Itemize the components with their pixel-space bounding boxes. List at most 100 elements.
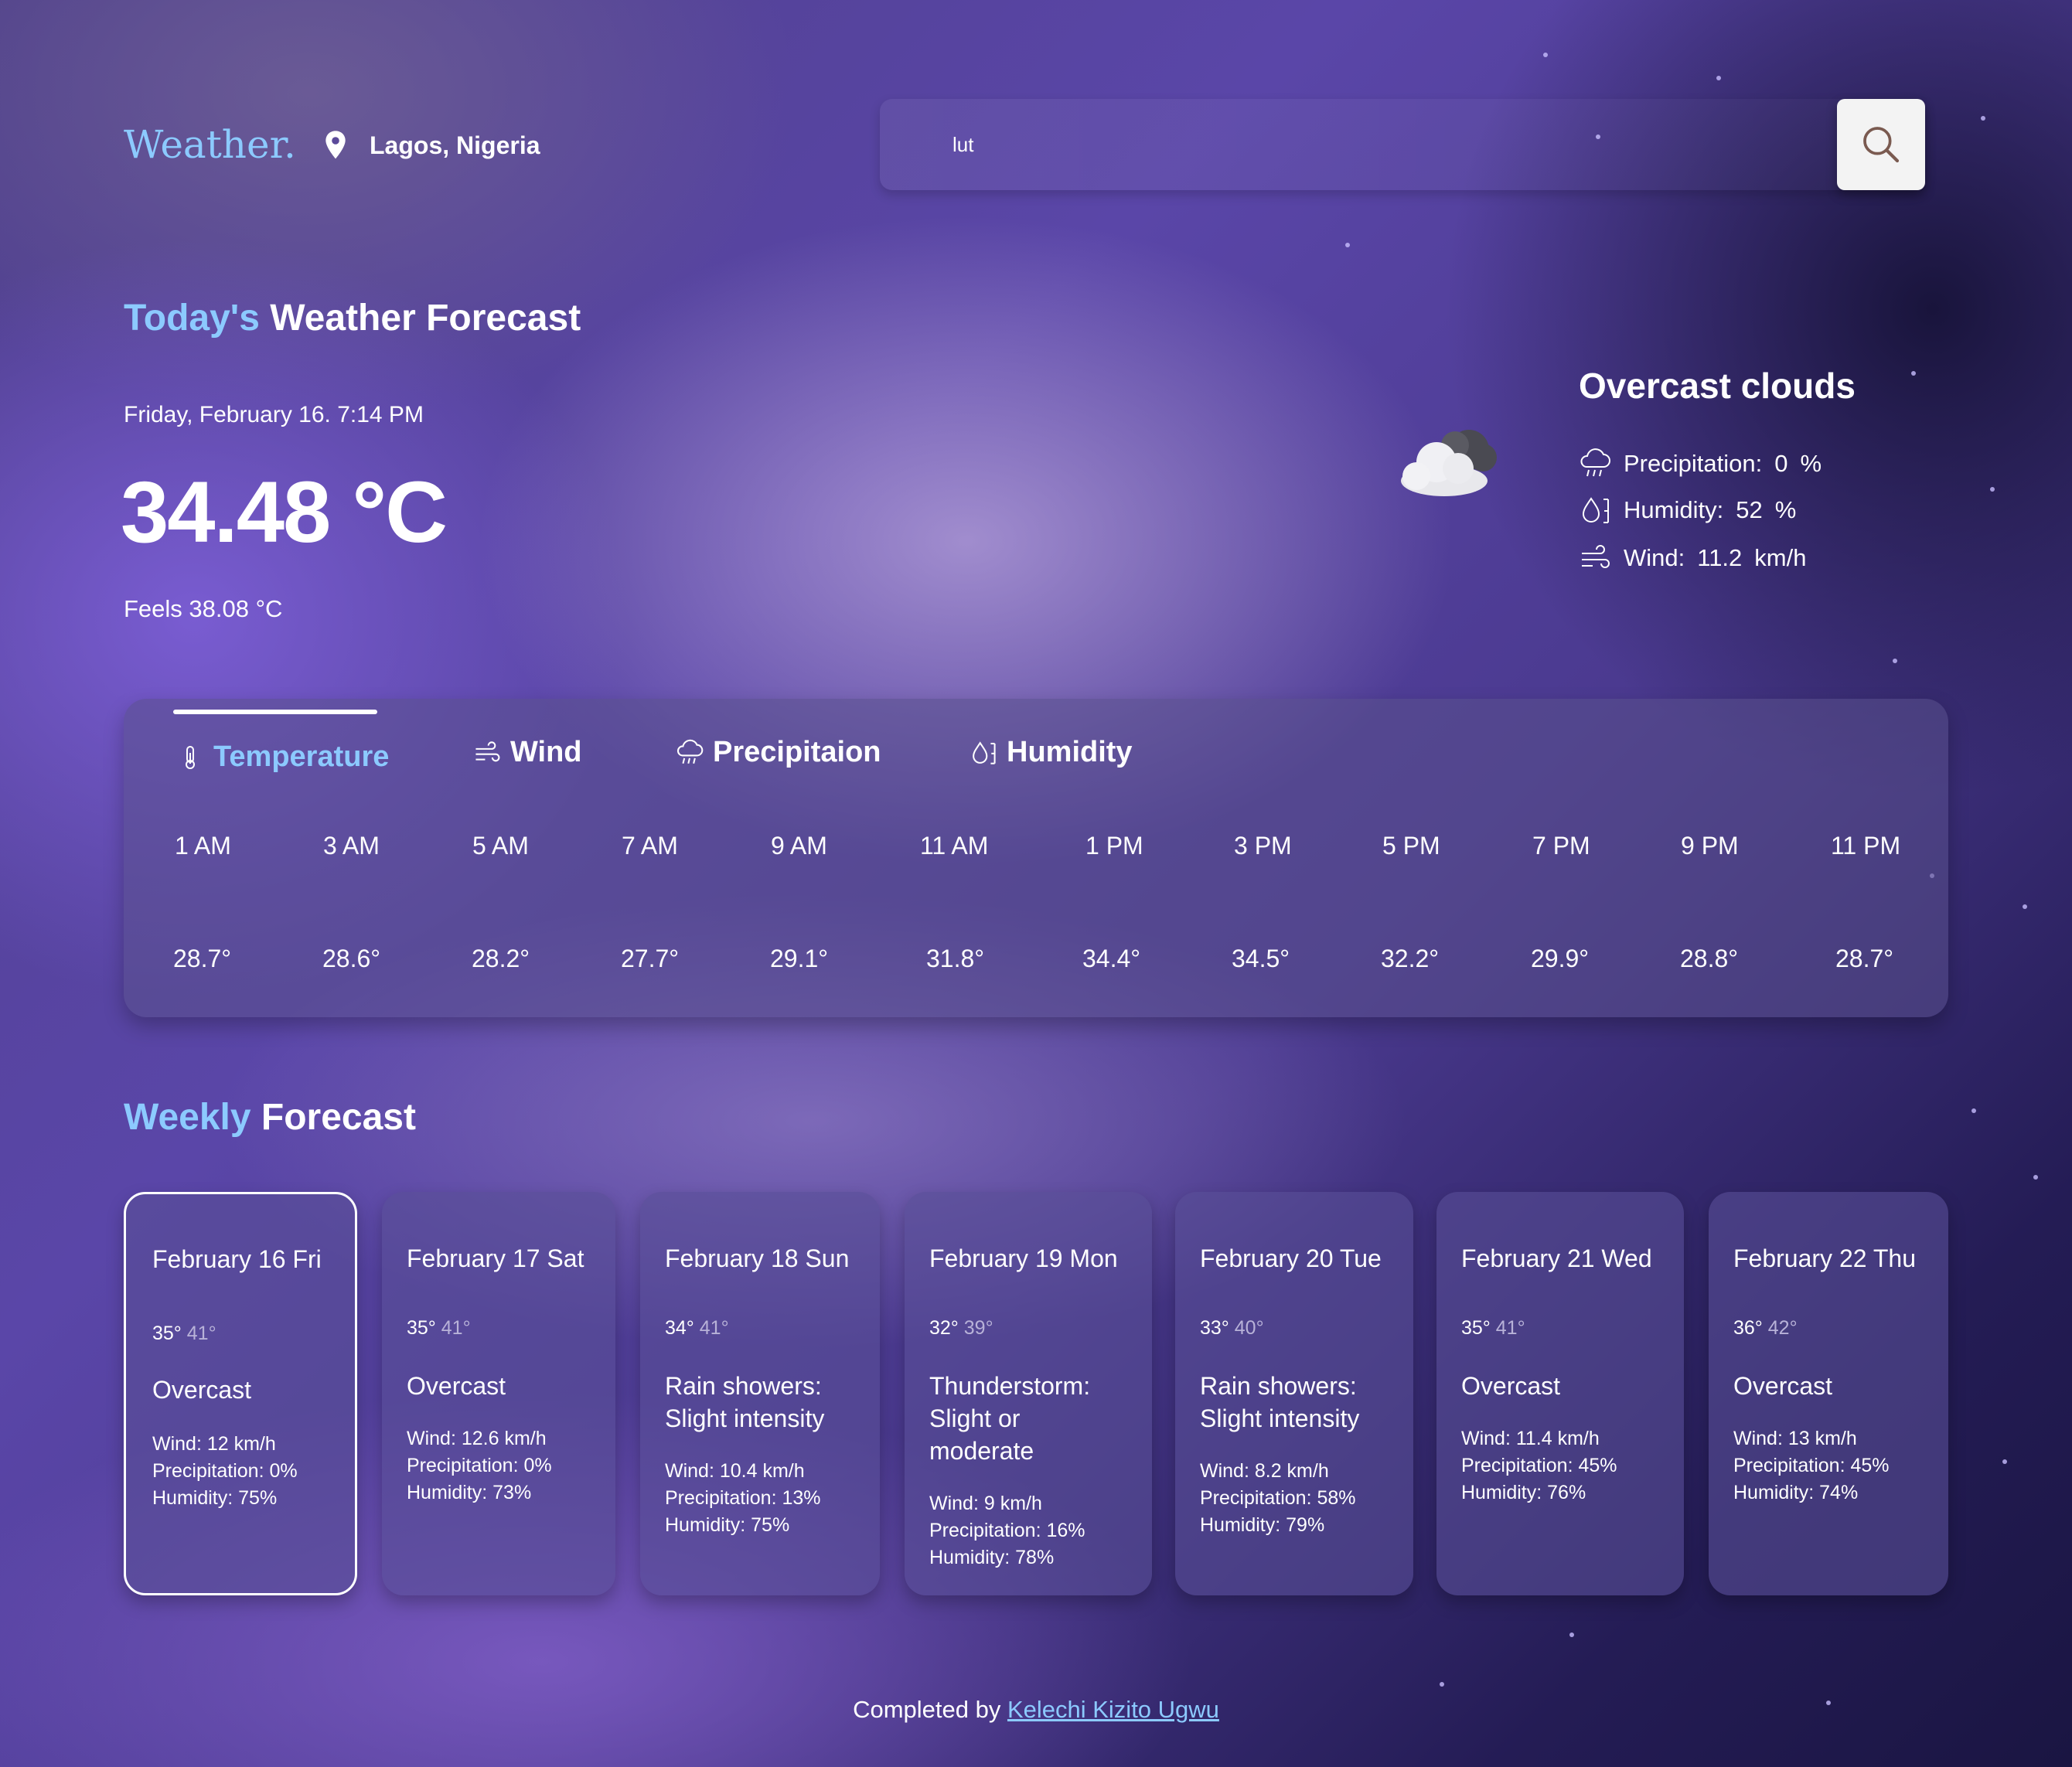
- hour-value: 29.1°: [770, 945, 829, 972]
- day-wind: Wind: 12 km/h: [152, 1433, 276, 1455]
- day-low: 33°: [1200, 1317, 1229, 1339]
- star-decoration: [1440, 1682, 1444, 1687]
- day-high: 39°: [963, 1317, 993, 1339]
- day-precipitation: Precipitation: 58%: [1200, 1487, 1356, 1509]
- day-wind: Wind: 8.2 km/h: [1200, 1460, 1329, 1482]
- day-temps: 36° 42°: [1733, 1317, 1798, 1340]
- star-decoration: [1971, 1108, 1976, 1113]
- day-wind: Wind: 10.4 km/h: [665, 1460, 805, 1482]
- day-date: February 18 Sun: [665, 1244, 850, 1272]
- day-card[interactable]: February 16 Fri 35° 41° Overcast Wind: 1…: [124, 1192, 357, 1595]
- day-wind: Wind: 13 km/h: [1733, 1428, 1857, 1449]
- wind-unit: km/h: [1754, 544, 1807, 571]
- day-condition: Overcast: [407, 1372, 506, 1400]
- star-decoration: [1569, 1633, 1574, 1637]
- cloud-icon: [1401, 430, 1497, 496]
- day-precipitation: Precipitation: 0%: [407, 1455, 552, 1476]
- day-high: 42°: [1767, 1317, 1798, 1339]
- weekly-title: Weekly Forecast: [124, 1096, 416, 1139]
- footer: Completed by Kelechi Kizito Ugwu: [0, 1696, 2072, 1724]
- day-card[interactable]: February 22 Thu 36° 42° Overcast Wind: 1…: [1709, 1192, 1948, 1595]
- search-button[interactable]: [1837, 99, 1925, 190]
- tab-label: Wind: [510, 736, 582, 768]
- star-decoration: [2023, 904, 2027, 909]
- day-high: 41°: [1495, 1317, 1525, 1339]
- day-temps: 34° 41°: [665, 1317, 729, 1340]
- day-condition: Rain showers: Slight intensity: [1200, 1372, 1360, 1432]
- today-datetime: Friday, February 16. 7:14 PM: [124, 402, 424, 427]
- hour-value: 28.8°: [1680, 945, 1739, 972]
- tab-label: Temperature: [213, 741, 390, 773]
- day-low: 32°: [929, 1317, 959, 1339]
- day-high: 41°: [699, 1317, 729, 1339]
- star-decoration: [1543, 53, 1548, 57]
- day-temps: 33° 40°: [1200, 1317, 1264, 1340]
- hour-time: 7 AM: [622, 832, 678, 860]
- tab-wind[interactable]: Wind: [473, 736, 582, 769]
- humidity-stat: Humidity: 52 %: [1579, 495, 1796, 526]
- day-high: 40°: [1234, 1317, 1264, 1339]
- day-humidity: Humidity: 78%: [929, 1547, 1055, 1568]
- day-wind: Wind: 9 km/h: [929, 1493, 1042, 1514]
- day-condition: Overcast: [1461, 1372, 1561, 1400]
- day-humidity: Humidity: 73%: [407, 1482, 532, 1503]
- hour-value: 32.2°: [1381, 945, 1440, 972]
- day-low: 35°: [152, 1323, 182, 1344]
- tab-precipitation[interactable]: Precipitaion: [676, 736, 881, 769]
- day-card[interactable]: February 17 Sat 35° 41° Overcast Wind: 1…: [382, 1192, 615, 1595]
- hour-time: 5 AM: [472, 832, 529, 860]
- day-card[interactable]: February 21 Wed 35° 41° Overcast Wind: 1…: [1436, 1192, 1684, 1595]
- author-link[interactable]: Kelechi Kizito Ugwu: [1007, 1696, 1219, 1723]
- day-condition: Overcast: [152, 1376, 252, 1404]
- hour-value: 28.6°: [322, 945, 381, 972]
- day-low: 35°: [407, 1317, 436, 1339]
- condition-title: Overcast clouds: [1579, 366, 1856, 406]
- app-logo[interactable]: Weather.: [124, 122, 296, 167]
- day-date: February 20 Tue: [1200, 1244, 1382, 1272]
- day-humidity: Humidity: 75%: [665, 1514, 790, 1536]
- day-card[interactable]: February 20 Tue 33° 40° Rain showers: Sl…: [1175, 1192, 1413, 1595]
- hour-time: 3 PM: [1234, 832, 1292, 860]
- tab-humidity[interactable]: Humidity: [970, 736, 1133, 769]
- star-decoration: [1981, 116, 1985, 121]
- day-card[interactable]: February 19 Mon 32° 39° Thunderstorm: Sl…: [905, 1192, 1152, 1595]
- day-precipitation: Precipitation: 13%: [665, 1487, 821, 1509]
- search-input[interactable]: [880, 99, 1839, 190]
- day-condition: Thunderstorm: Slight or moderate: [929, 1372, 1091, 1465]
- hour-time: 7 PM: [1532, 832, 1590, 860]
- wind-stat: Wind: 11.2 km/h: [1579, 543, 1806, 574]
- day-wind: Wind: 11.4 km/h: [1461, 1428, 1600, 1449]
- hour-time: 11 PM: [1831, 832, 1901, 860]
- day-precipitation: Precipitation: 16%: [929, 1520, 1085, 1541]
- wind-value: 11.2: [1697, 544, 1743, 571]
- day-precipitation: Precipitation: 45%: [1461, 1455, 1617, 1476]
- hour-time: 1 PM: [1085, 832, 1143, 860]
- hour-time: 1 AM: [175, 832, 231, 860]
- star-decoration: [1990, 487, 1995, 492]
- day-low: 35°: [1461, 1317, 1491, 1339]
- feels-like: Feels 38.08 °C: [124, 595, 283, 622]
- hour-time: 11 AM: [920, 832, 989, 860]
- hour-value: 28.7°: [1835, 945, 1894, 972]
- footer-prefix: Completed by: [853, 1696, 1007, 1723]
- hour-value: 28.2°: [472, 945, 530, 972]
- day-card[interactable]: February 18 Sun 34° 41° Rain showers: Sl…: [640, 1192, 880, 1595]
- current-location: Lagos, Nigeria: [323, 130, 540, 161]
- tab-label: Humidity: [1007, 736, 1133, 768]
- search-icon: [1863, 127, 1900, 163]
- humidity-label: Humidity:: [1624, 496, 1724, 523]
- tab-temperature[interactable]: Temperature: [176, 741, 389, 774]
- star-decoration: [2033, 1175, 2038, 1180]
- day-wind: Wind: 12.6 km/h: [407, 1428, 547, 1449]
- precipitation-label: Precipitation:: [1624, 450, 1763, 477]
- active-tab-indicator: [173, 710, 377, 714]
- precipitation-unit: %: [1800, 450, 1822, 477]
- humidity-icon: [1582, 497, 1609, 523]
- day-temps: 35° 41°: [407, 1317, 471, 1340]
- day-temps: 32° 39°: [929, 1317, 993, 1340]
- humidity-value: 52: [1736, 496, 1763, 523]
- today-title-accent: Today's: [124, 298, 260, 339]
- precipitation-value: 0: [1774, 450, 1788, 477]
- day-date: February 16 Fri: [152, 1245, 322, 1273]
- day-condition: Rain showers: Slight intensity: [665, 1372, 825, 1432]
